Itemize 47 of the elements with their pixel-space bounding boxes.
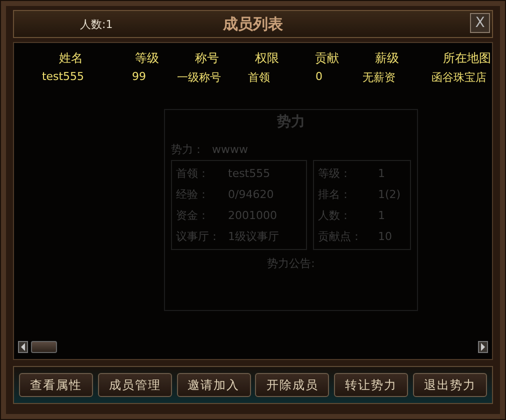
field-value: wwww <box>212 143 248 156</box>
scroll-left-icon[interactable] <box>18 341 28 353</box>
column-header: 权限 <box>255 50 279 67</box>
field-value: 10 <box>378 230 392 243</box>
table-cell: test555 <box>42 70 84 83</box>
field-label: 贡献点： <box>318 229 363 244</box>
field-label: 首领： <box>176 166 210 181</box>
column-header: 称号 <box>195 50 219 67</box>
field-value: 1 <box>378 209 385 222</box>
field-label: 资金： <box>176 208 210 223</box>
field-label: 排名： <box>318 187 352 202</box>
column-header: 姓名 <box>59 50 83 67</box>
field-value: 0/94620 <box>228 188 274 201</box>
action-button[interactable]: 邀请加入 <box>176 373 251 397</box>
field-value: 2001000 <box>228 209 277 222</box>
column-header: 等级 <box>135 50 159 67</box>
field-label: 人数： <box>318 208 352 223</box>
close-button[interactable]: X <box>470 13 490 33</box>
column-header: 薪级 <box>375 50 399 67</box>
field-label: 经验： <box>176 187 210 202</box>
table-row[interactable]: test555 99 一级称号 首领 0 无薪资 函谷珠宝店 <box>14 67 492 87</box>
scroll-right-icon[interactable] <box>478 341 488 353</box>
table-cell: 首领 <box>248 70 270 85</box>
scroll-thumb[interactable] <box>31 341 57 353</box>
action-button[interactable]: 查看属性 <box>19 373 93 397</box>
field-label: 势力： <box>171 142 204 157</box>
action-button[interactable]: 转让势力 <box>334 373 408 397</box>
notice-label: 势力公告: <box>266 256 316 271</box>
table-cell: 99 <box>132 70 146 83</box>
action-button[interactable]: 成员管理 <box>98 373 172 397</box>
column-header: 贡献 <box>315 50 339 67</box>
action-button[interactable]: 退出势力 <box>412 373 487 397</box>
table-cell: 一级称号 <box>177 70 221 85</box>
field-label: 议事厅： <box>176 229 220 244</box>
field-value: test555 <box>228 167 270 180</box>
field-value: 1(2) <box>378 188 401 201</box>
horizontal-scrollbar[interactable] <box>18 341 488 353</box>
member-count: 人数:1 <box>80 16 113 32</box>
field-value: 1 <box>378 167 385 180</box>
action-button[interactable]: 开除成员 <box>255 373 330 397</box>
table-cell: 无薪资 <box>362 70 396 85</box>
window-title: 成员列表 <box>223 14 283 34</box>
field-value: 1级议事厅 <box>228 229 279 244</box>
table-cell: 函谷珠宝店 <box>432 70 486 85</box>
column-header: 所在地图 <box>443 50 491 67</box>
table-cell: 0 <box>316 70 322 83</box>
field-label: 等级： <box>318 166 352 181</box>
